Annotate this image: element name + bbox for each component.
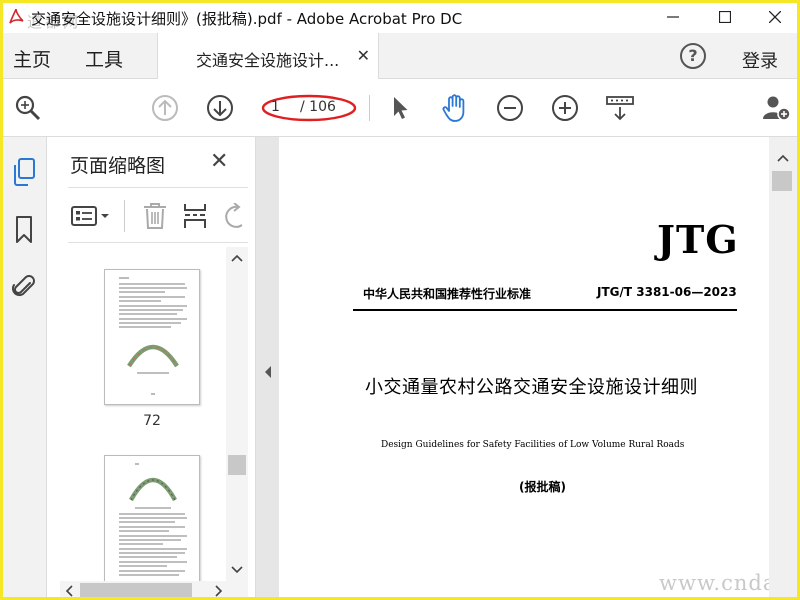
thumbnail-page-preview	[119, 277, 187, 395]
page-thumbnail[interactable]	[104, 455, 200, 585]
toolbar-divider	[369, 95, 370, 121]
menu-tools[interactable]: 工具	[85, 45, 123, 72]
thumbnails-horizontal-scrollbar[interactable]	[60, 581, 248, 597]
arrow-up-circle-icon	[152, 95, 178, 121]
panel-toolbar-divider	[124, 200, 125, 232]
magnifier-icon	[15, 95, 41, 121]
minus-circle-icon	[497, 95, 523, 121]
insert-page-icon[interactable]	[182, 201, 208, 231]
help-button[interactable]: ?	[680, 43, 706, 69]
page-thumbnail[interactable]	[104, 269, 200, 405]
panel-title: 页面缩略图	[70, 155, 166, 177]
hand-icon	[442, 94, 465, 122]
minimize-button[interactable]	[653, 3, 693, 31]
minimize-icon	[667, 16, 679, 18]
title-bar: 道都网 交通安全设施设计细则》(报批稿).pdf - Adobe Acrobat…	[3, 3, 797, 33]
document-status: (报批稿)	[519, 480, 566, 494]
page-number-input[interactable]: 1	[271, 99, 280, 115]
header-rule	[353, 309, 737, 311]
scroll-up-arrow-icon[interactable]	[231, 253, 243, 263]
login-button[interactable]: 登录	[742, 47, 778, 73]
maximize-button[interactable]	[705, 3, 745, 31]
attachments-button[interactable]	[11, 271, 37, 301]
scrollbar-thumb[interactable]	[772, 171, 792, 191]
share-user-button[interactable]	[761, 93, 791, 123]
thumbnails-vertical-scrollbar[interactable]	[226, 247, 248, 581]
app-frame: 道都网 交通安全设施设计细则》(报批稿).pdf - Adobe Acrobat…	[0, 0, 800, 600]
collapse-left-arrow-icon[interactable]	[263, 365, 273, 379]
pages-icon	[14, 158, 35, 186]
tab-document[interactable]: 交通安全设施设计... ✕	[157, 33, 379, 79]
hand-tool-button[interactable]	[440, 93, 470, 123]
zoom-out-button[interactable]	[495, 93, 525, 123]
trash-icon[interactable]	[142, 201, 168, 231]
scroll-down-arrow-icon[interactable]	[231, 565, 243, 575]
page-thumbnails-button[interactable]	[11, 157, 37, 187]
scroll-mode-icon	[606, 96, 634, 121]
standard-type: 中华人民共和国推荐性行业标准	[363, 287, 532, 301]
panel-close-icon[interactable]: ✕	[210, 149, 228, 174]
document-vertical-scrollbar[interactable]	[769, 137, 797, 597]
arrow-down-circle-icon	[207, 95, 233, 121]
main-toolbar: 1 / 106	[3, 80, 797, 137]
scrollbar-thumb[interactable]	[228, 455, 246, 475]
thumbnail-options-icon[interactable]	[70, 204, 114, 228]
paperclip-icon	[12, 275, 35, 297]
tab-close-icon[interactable]: ✕	[357, 46, 370, 65]
rotate-icon[interactable]	[224, 203, 248, 231]
zoom-search-button[interactable]	[13, 93, 43, 123]
select-tool-button[interactable]	[385, 93, 415, 123]
thumbnail-page-preview	[119, 463, 187, 576]
document-title-chinese: 小交通量农村公路交通安全设施设计细则	[365, 377, 698, 398]
menu-home[interactable]: 主页	[13, 45, 51, 72]
maximize-icon	[719, 11, 731, 23]
next-page-button[interactable]	[205, 93, 235, 123]
standard-code: JTG/T 3381-06—2023	[597, 285, 737, 299]
panel-collapse-strip[interactable]	[256, 137, 279, 597]
close-icon	[769, 11, 781, 23]
zoom-in-button[interactable]	[550, 93, 580, 123]
add-user-icon	[763, 96, 791, 121]
bookmark-icon	[16, 216, 32, 243]
scroll-up-arrow-icon[interactable]	[777, 153, 789, 163]
document-title-english: Design Guidelines for Safety Facilities …	[381, 440, 685, 450]
scroll-left-arrow-icon[interactable]	[64, 585, 74, 597]
menu-bar: 主页 工具 交通安全设施设计... ✕ ? 登录	[3, 33, 797, 79]
scrollbar-thumb[interactable]	[80, 583, 192, 597]
cursor-arrow-icon	[394, 97, 408, 119]
bookmarks-button[interactable]	[11, 215, 37, 245]
scroll-right-arrow-icon[interactable]	[214, 585, 224, 597]
tab-document-label: 交通安全设施设计...	[196, 51, 340, 70]
thumbnail-page-label: 72	[143, 413, 161, 429]
page-display-button[interactable]	[605, 93, 635, 123]
thumbnail-toolbar	[68, 187, 248, 243]
plus-circle-icon	[552, 95, 578, 121]
window-title: 交通安全设施设计细则》(报批稿).pdf - Adobe Acrobat Pro…	[31, 10, 463, 28]
previous-page-button[interactable]	[150, 93, 180, 123]
document-logo: JTG	[657, 217, 739, 262]
navigation-rail	[3, 137, 47, 597]
page-total-count: / 106	[300, 99, 336, 115]
document-page: JTG 中华人民共和国推荐性行业标准 JTG/T 3381-06—2023 小交…	[279, 137, 797, 597]
thumbnails-panel: 页面缩略图 ✕ 72	[48, 137, 256, 597]
acrobat-logo-icon	[9, 8, 24, 24]
close-window-button[interactable]	[755, 3, 795, 31]
